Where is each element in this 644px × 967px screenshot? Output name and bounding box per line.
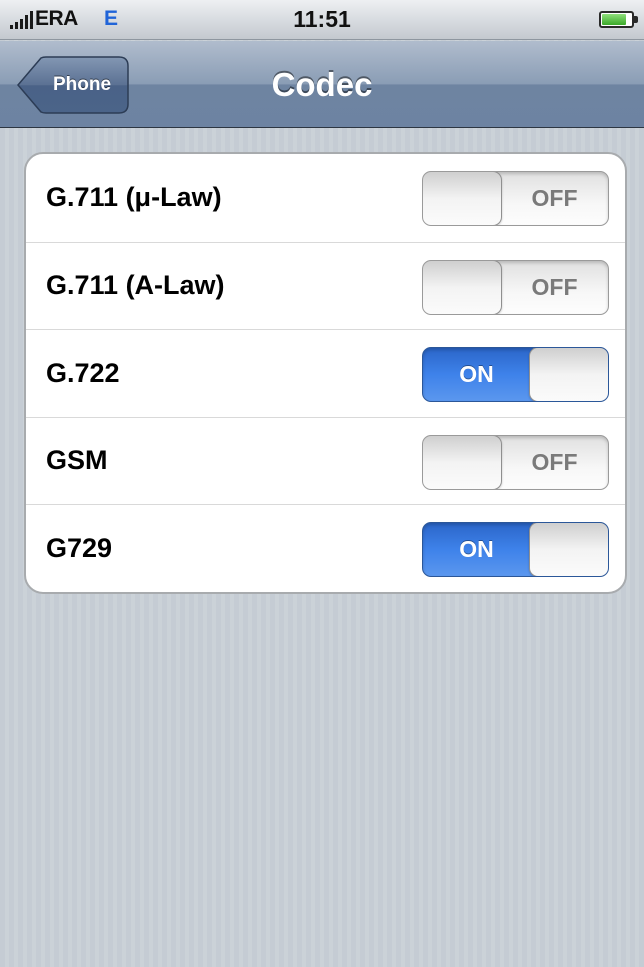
back-button[interactable]: Phone	[17, 56, 129, 114]
back-button-label: Phone	[52, 74, 112, 95]
codec-list: G.711 (μ-Law) OFF G.711 (A-Law) OFF G.72…	[24, 152, 627, 594]
toggle-knob	[529, 348, 608, 401]
toggle-knob	[529, 523, 608, 576]
codec-row-g711-mulaw: G.711 (μ-Law) OFF	[26, 154, 625, 242]
toggle-state-text: OFF	[531, 273, 578, 300]
codec-toggle-g711-alaw[interactable]: OFF	[422, 259, 609, 315]
codec-label: G.722	[46, 357, 120, 388]
toggle-knob	[423, 435, 502, 489]
battery-icon	[599, 11, 638, 28]
codec-row-g711-alaw: G.711 (A-Law) OFF	[26, 241, 625, 330]
status-time: 11:51	[293, 6, 351, 32]
codec-toggle-g729[interactable]: ON	[422, 522, 609, 577]
toggle-state-text: OFF	[531, 448, 578, 475]
toggle-knob	[423, 172, 502, 225]
codec-toggle-gsm[interactable]: OFF	[422, 434, 609, 490]
page-title: Codec	[271, 66, 373, 103]
toggle-knob	[423, 260, 502, 314]
codec-row-gsm: GSM OFF	[26, 416, 625, 505]
codec-row-g722: G.722 ON	[26, 329, 625, 417]
toggle-state-text: ON	[459, 536, 494, 562]
codec-label: G729	[46, 532, 113, 563]
codec-toggle-g722[interactable]: ON	[422, 347, 609, 402]
navigation-bar: Phone Codec	[0, 41, 644, 128]
codec-label: G.711 (A-Law)	[46, 270, 225, 301]
toggle-state-text: ON	[459, 361, 494, 387]
codec-row-g729: G729 ON	[26, 504, 625, 592]
status-bar: ERA E 11:51	[0, 0, 644, 40]
codec-label: GSM	[46, 445, 108, 476]
toggle-state-text: OFF	[531, 185, 578, 211]
codec-toggle-g711-mulaw[interactable]: OFF	[422, 171, 609, 226]
codec-label: G.711 (μ-Law)	[46, 182, 222, 213]
